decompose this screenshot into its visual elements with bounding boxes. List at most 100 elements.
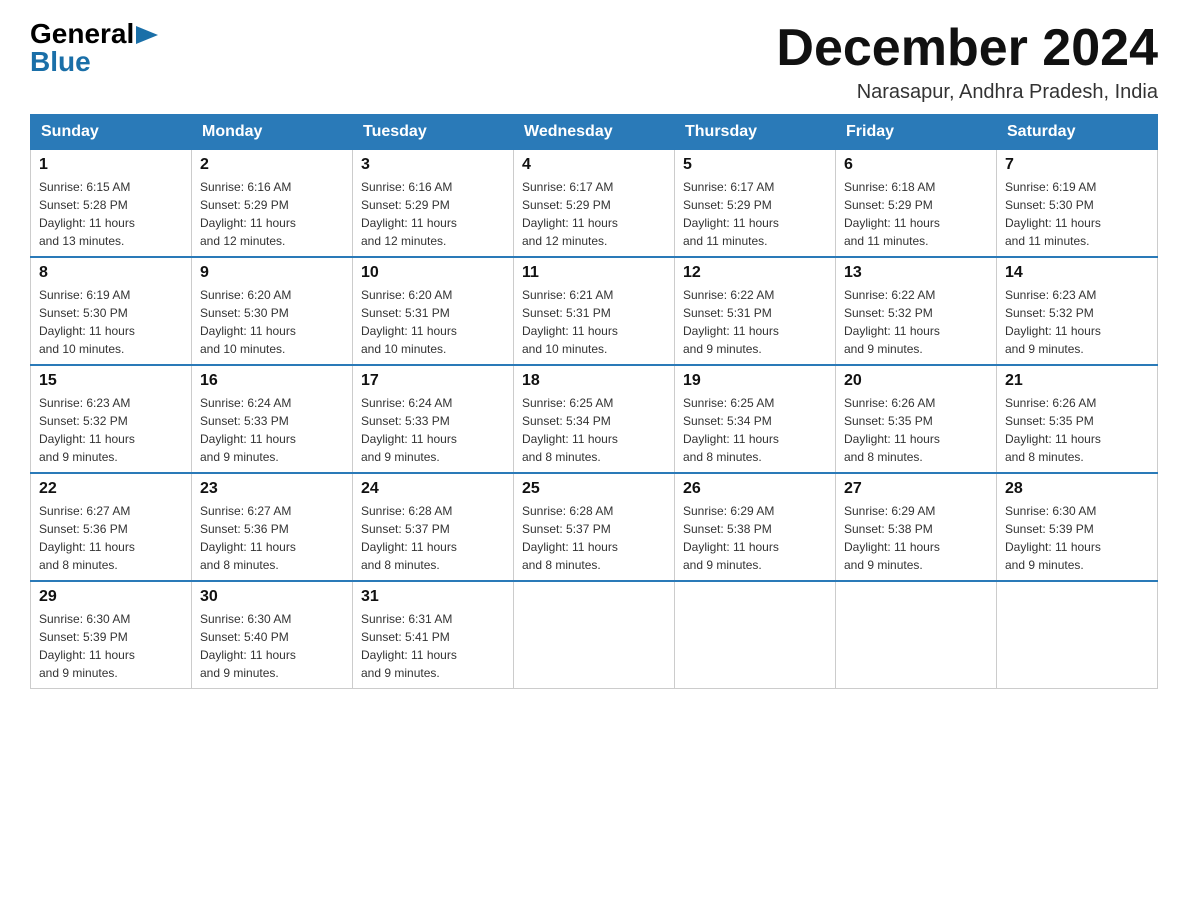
day-number-2: 2 xyxy=(200,156,344,174)
day-info-22: Sunrise: 6:27 AMSunset: 5:36 PMDaylight:… xyxy=(39,502,183,574)
day-cell-4: 4Sunrise: 6:17 AMSunset: 5:29 PMDaylight… xyxy=(514,150,675,258)
logo-blue: Blue xyxy=(30,46,91,77)
day-info-29: Sunrise: 6:30 AMSunset: 5:39 PMDaylight:… xyxy=(39,610,183,682)
month-title: December 2024 xyxy=(776,20,1158,77)
day-cell-19: 19 Sunrise: 6:25 AMSunset: 5:34 PMDayligh… xyxy=(675,365,836,473)
day-info-2: Sunrise: 6:16 AMSunset: 5:29 PMDaylight:… xyxy=(200,178,344,250)
day-number-1: 1 xyxy=(39,156,183,174)
day-cell-12: 12 Sunrise: 6:22 AMSunset: 5:31 PMDayligh… xyxy=(675,257,836,365)
day-info-28: Sunrise: 6:30 AMSunset: 5:39 PMDaylight:… xyxy=(1005,502,1149,574)
day-number-31: 31 xyxy=(361,588,505,606)
day-info-6: Sunrise: 6:18 AMSunset: 5:29 PMDaylight:… xyxy=(844,178,988,250)
day-cell-26: 26 Sunrise: 6:29 AMSunset: 5:38 PMDayligh… xyxy=(675,473,836,581)
day-cell-8: 8Sunrise: 6:19 AMSunset: 5:30 PMDaylight… xyxy=(31,257,192,365)
day-info-11: Sunrise: 6:21 AMSunset: 5:31 PMDaylight:… xyxy=(522,286,666,358)
day-info-14: Sunrise: 6:23 AMSunset: 5:32 PMDaylight:… xyxy=(1005,286,1149,358)
day-cell-25: 25Sunrise: 6:28 AMSunset: 5:37 PMDayligh… xyxy=(514,473,675,581)
day-number-9: 9 xyxy=(200,264,344,282)
day-number-16: 16 xyxy=(200,372,344,390)
day-cell-3: 3Sunrise: 6:16 AMSunset: 5:29 PMDaylight… xyxy=(353,150,514,258)
day-cell-17: 17 Sunrise: 6:24 AMSunset: 5:33 PMDayligh… xyxy=(353,365,514,473)
week-row-3: 15 Sunrise: 6:23 AMSunset: 5:32 PMDayligh… xyxy=(31,365,1158,473)
day-number-18: 18 xyxy=(522,372,666,390)
day-number-22: 22 xyxy=(39,480,183,498)
header-sunday: Sunday xyxy=(31,115,192,150)
day-info-5: Sunrise: 6:17 AMSunset: 5:29 PMDaylight:… xyxy=(683,178,827,250)
day-number-26: 26 xyxy=(683,480,827,498)
title-section: December 2024 Narasapur, Andhra Pradesh,… xyxy=(776,20,1158,104)
day-info-16: Sunrise: 6:24 AMSunset: 5:33 PMDaylight:… xyxy=(200,394,344,466)
day-cell-16: 16 Sunrise: 6:24 AMSunset: 5:33 PMDayligh… xyxy=(192,365,353,473)
day-info-30: Sunrise: 6:30 AMSunset: 5:40 PMDaylight:… xyxy=(200,610,344,682)
day-info-10: Sunrise: 6:20 AMSunset: 5:31 PMDaylight:… xyxy=(361,286,505,358)
day-info-27: Sunrise: 6:29 AMSunset: 5:38 PMDaylight:… xyxy=(844,502,988,574)
day-info-25: Sunrise: 6:28 AMSunset: 5:37 PMDaylight:… xyxy=(522,502,666,574)
day-number-11: 11 xyxy=(522,264,666,282)
logo-arrow-icon xyxy=(136,26,158,44)
day-cell-11: 11 Sunrise: 6:21 AMSunset: 5:31 PMDayligh… xyxy=(514,257,675,365)
day-cell-31: 31 Sunrise: 6:31 AMSunset: 5:41 PMDayligh… xyxy=(353,581,514,689)
day-cell-22: 22 Sunrise: 6:27 AMSunset: 5:36 PMDayligh… xyxy=(31,473,192,581)
day-cell-24: 24Sunrise: 6:28 AMSunset: 5:37 PMDayligh… xyxy=(353,473,514,581)
day-number-30: 30 xyxy=(200,588,344,606)
day-cell-5: 5 Sunrise: 6:17 AMSunset: 5:29 PMDaylight… xyxy=(675,150,836,258)
day-info-23: Sunrise: 6:27 AMSunset: 5:36 PMDaylight:… xyxy=(200,502,344,574)
day-cell-18: 18Sunrise: 6:25 AMSunset: 5:34 PMDayligh… xyxy=(514,365,675,473)
day-info-26: Sunrise: 6:29 AMSunset: 5:38 PMDaylight:… xyxy=(683,502,827,574)
day-cell-7: 7 Sunrise: 6:19 AMSunset: 5:30 PMDaylight… xyxy=(997,150,1158,258)
day-info-21: Sunrise: 6:26 AMSunset: 5:35 PMDaylight:… xyxy=(1005,394,1149,466)
day-number-12: 12 xyxy=(683,264,827,282)
day-cell-10: 10 Sunrise: 6:20 AMSunset: 5:31 PMDayligh… xyxy=(353,257,514,365)
day-cell-27: 27Sunrise: 6:29 AMSunset: 5:38 PMDayligh… xyxy=(836,473,997,581)
day-info-7: Sunrise: 6:19 AMSunset: 5:30 PMDaylight:… xyxy=(1005,178,1149,250)
empty-cell xyxy=(675,581,836,689)
header-monday: Monday xyxy=(192,115,353,150)
day-info-17: Sunrise: 6:24 AMSunset: 5:33 PMDaylight:… xyxy=(361,394,505,466)
day-cell-6: 6 Sunrise: 6:18 AMSunset: 5:29 PMDaylight… xyxy=(836,150,997,258)
header-friday: Friday xyxy=(836,115,997,150)
header-saturday: Saturday xyxy=(997,115,1158,150)
day-cell-13: 13 Sunrise: 6:22 AMSunset: 5:32 PMDayligh… xyxy=(836,257,997,365)
week-row-5: 29 Sunrise: 6:30 AMSunset: 5:39 PMDayligh… xyxy=(31,581,1158,689)
day-number-21: 21 xyxy=(1005,372,1149,390)
day-number-15: 15 xyxy=(39,372,183,390)
empty-cell xyxy=(997,581,1158,689)
day-cell-14: 14 Sunrise: 6:23 AMSunset: 5:32 PMDayligh… xyxy=(997,257,1158,365)
day-number-14: 14 xyxy=(1005,264,1149,282)
day-number-19: 19 xyxy=(683,372,827,390)
header-tuesday: Tuesday xyxy=(353,115,514,150)
day-info-15: Sunrise: 6:23 AMSunset: 5:32 PMDaylight:… xyxy=(39,394,183,466)
logo-general: General xyxy=(30,20,134,48)
location: Narasapur, Andhra Pradesh, India xyxy=(776,81,1158,104)
day-cell-30: 30 Sunrise: 6:30 AMSunset: 5:40 PMDayligh… xyxy=(192,581,353,689)
logo: General Blue xyxy=(30,20,158,76)
day-info-20: Sunrise: 6:26 AMSunset: 5:35 PMDaylight:… xyxy=(844,394,988,466)
day-number-13: 13 xyxy=(844,264,988,282)
day-info-31: Sunrise: 6:31 AMSunset: 5:41 PMDaylight:… xyxy=(361,610,505,682)
day-number-24: 24 xyxy=(361,480,505,498)
week-row-1: 1Sunrise: 6:15 AMSunset: 5:28 PMDaylight… xyxy=(31,150,1158,258)
day-number-6: 6 xyxy=(844,156,988,174)
day-cell-2: 2 Sunrise: 6:16 AMSunset: 5:29 PMDaylight… xyxy=(192,150,353,258)
day-cell-23: 23Sunrise: 6:27 AMSunset: 5:36 PMDayligh… xyxy=(192,473,353,581)
day-cell-28: 28 Sunrise: 6:30 AMSunset: 5:39 PMDayligh… xyxy=(997,473,1158,581)
day-number-4: 4 xyxy=(522,156,666,174)
day-cell-15: 15 Sunrise: 6:23 AMSunset: 5:32 PMDayligh… xyxy=(31,365,192,473)
day-cell-20: 20 Sunrise: 6:26 AMSunset: 5:35 PMDayligh… xyxy=(836,365,997,473)
day-number-17: 17 xyxy=(361,372,505,390)
day-number-3: 3 xyxy=(361,156,505,174)
day-info-8: Sunrise: 6:19 AMSunset: 5:30 PMDaylight:… xyxy=(39,286,183,358)
day-number-5: 5 xyxy=(683,156,827,174)
page-header: General Blue December 2024 Narasapur, An… xyxy=(30,20,1158,104)
empty-cell xyxy=(514,581,675,689)
day-number-10: 10 xyxy=(361,264,505,282)
day-number-7: 7 xyxy=(1005,156,1149,174)
day-number-20: 20 xyxy=(844,372,988,390)
day-number-28: 28 xyxy=(1005,480,1149,498)
day-number-29: 29 xyxy=(39,588,183,606)
week-row-4: 22 Sunrise: 6:27 AMSunset: 5:36 PMDayligh… xyxy=(31,473,1158,581)
day-info-13: Sunrise: 6:22 AMSunset: 5:32 PMDaylight:… xyxy=(844,286,988,358)
day-info-19: Sunrise: 6:25 AMSunset: 5:34 PMDaylight:… xyxy=(683,394,827,466)
day-cell-21: 21 Sunrise: 6:26 AMSunset: 5:35 PMDayligh… xyxy=(997,365,1158,473)
day-info-12: Sunrise: 6:22 AMSunset: 5:31 PMDaylight:… xyxy=(683,286,827,358)
